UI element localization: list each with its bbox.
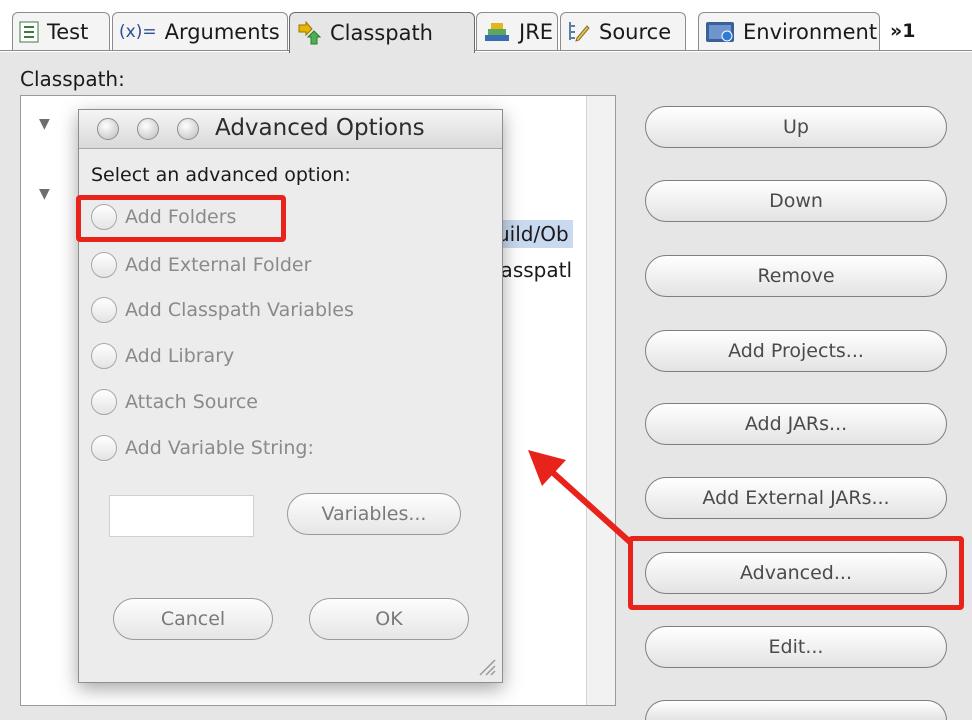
up-button[interactable]: Up xyxy=(645,106,947,148)
tab-jre[interactable]: JRE xyxy=(476,12,558,50)
tab-arguments-label: Arguments xyxy=(164,19,280,44)
option-label: Add External Folder xyxy=(125,254,312,276)
variables-button[interactable]: Variables... xyxy=(287,493,461,535)
option-add-library[interactable]: Add Library xyxy=(91,341,234,371)
tab-test[interactable]: Test xyxy=(12,12,110,50)
tab-source[interactable]: Source xyxy=(560,12,686,50)
radio-icon[interactable] xyxy=(91,343,117,369)
arguments-tab-icon: (x)= xyxy=(119,21,157,42)
environment-tab-icon xyxy=(705,21,735,43)
minimize-window-icon[interactable] xyxy=(137,118,159,140)
tab-classpath[interactable]: Classpath xyxy=(289,12,475,53)
dialog-title: Advanced Options xyxy=(215,115,425,141)
add-projects-button[interactable]: Add Projects... xyxy=(645,330,947,372)
tabbar-divider xyxy=(0,50,972,51)
source-tab-icon xyxy=(567,20,591,44)
launch-config-tabbar: Test (x)= Arguments Classpath JRE Source… xyxy=(0,0,972,53)
classpath-tab-icon xyxy=(296,21,322,45)
zoom-window-icon[interactable] xyxy=(177,118,199,140)
dialog-prompt: Select an advanced option: xyxy=(91,164,351,186)
dialog-titlebar[interactable]: Advanced Options xyxy=(79,110,502,149)
tab-source-label: Source xyxy=(599,19,672,44)
down-button[interactable]: Down xyxy=(645,180,947,222)
tree-scrollbar[interactable] xyxy=(586,96,615,705)
classpath-label: Classpath: xyxy=(20,67,125,91)
resize-grip-icon[interactable] xyxy=(476,656,496,676)
tree-item-fragment[interactable]: uild/Ob xyxy=(495,220,573,248)
option-label: Add Variable String: xyxy=(125,437,314,459)
radio-icon[interactable] xyxy=(91,435,117,461)
tree-item-fragment[interactable]: lasspatl xyxy=(495,258,572,282)
tab-arguments[interactable]: (x)= Arguments xyxy=(112,12,288,50)
option-attach-source[interactable]: Attach Source xyxy=(91,387,258,417)
option-label: Add Classpath Variables xyxy=(125,299,354,321)
radio-icon[interactable] xyxy=(91,389,117,415)
option-add-classpath-variables[interactable]: Add Classpath Variables xyxy=(91,295,354,325)
tab-environment[interactable]: Environment xyxy=(698,12,880,50)
tab-overflow[interactable]: »1 xyxy=(884,12,932,50)
edit-button[interactable]: Edit... xyxy=(645,626,947,668)
add-external-jars-button[interactable]: Add External JARs... xyxy=(645,477,947,519)
radio-icon[interactable] xyxy=(91,297,117,323)
advanced-highlight-box xyxy=(628,536,964,610)
overflow-tab-icon: »1 xyxy=(890,20,916,42)
variable-string-input[interactable] xyxy=(109,495,254,537)
radio-icon[interactable] xyxy=(91,252,117,278)
expand-triangle-icon[interactable]: ▼ xyxy=(39,186,50,202)
pointer-arrow xyxy=(528,450,633,545)
option-add-variable-string[interactable]: Add Variable String: xyxy=(91,433,314,463)
cancel-button[interactable]: Cancel xyxy=(113,598,273,640)
close-window-icon[interactable] xyxy=(97,118,119,140)
option-add-external-folder[interactable]: Add External Folder xyxy=(91,250,311,280)
add-folders-highlight-box xyxy=(76,195,286,242)
ok-button[interactable]: OK xyxy=(309,598,469,640)
tab-environment-label: Environment xyxy=(743,19,878,44)
option-label: Attach Source xyxy=(125,391,258,413)
test-tab-icon xyxy=(19,21,39,43)
partial-button[interactable] xyxy=(645,700,947,720)
tab-jre-label: JRE xyxy=(519,19,554,44)
tab-test-label: Test xyxy=(47,19,89,44)
option-label: Add Library xyxy=(125,345,235,367)
tab-classpath-label: Classpath xyxy=(330,21,433,45)
remove-button[interactable]: Remove xyxy=(645,255,947,297)
add-jars-button[interactable]: Add JARs... xyxy=(645,403,947,445)
jre-tab-icon xyxy=(483,21,511,43)
expand-triangle-icon[interactable]: ▼ xyxy=(39,116,50,132)
